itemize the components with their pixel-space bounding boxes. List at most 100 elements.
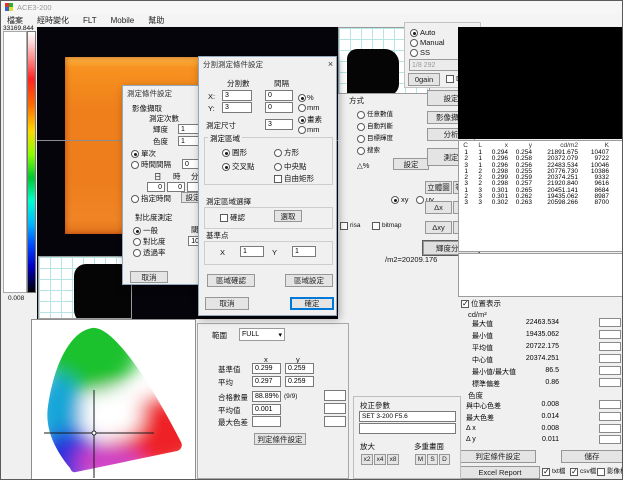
radio-circle-label: 圓形 (232, 148, 247, 157)
radio-single[interactable] (131, 150, 139, 158)
results-table[interactable]: CLxycd/m2K 110.2940.25421891.67510407 21… (458, 140, 623, 252)
radio-circle[interactable] (222, 149, 230, 157)
stat-row: 中心值20374.251 (456, 355, 623, 365)
radio-target-luminance[interactable] (357, 135, 365, 143)
radio-auto-judge[interactable] (357, 123, 365, 131)
stat-row: 標準偏差0.86 (456, 379, 623, 389)
zero-gain-button[interactable]: 0gain (408, 73, 440, 86)
calibration-panel: 校正參數 SET 3-200 F5.6 放大 x2 x4 x8 多重畫面 M S… (353, 396, 461, 479)
radio-specified-time[interactable] (131, 195, 139, 203)
checkbox-bitmap[interactable] (372, 222, 380, 230)
checkbox-position-display[interactable] (461, 300, 469, 308)
radio-manual-exposure[interactable] (410, 39, 418, 47)
radio-size-pixel[interactable] (298, 116, 306, 124)
radio-arbitrary-value-label: 任意數值 (367, 110, 393, 119)
app-icon (5, 3, 13, 11)
x-gap-field[interactable]: 0 (265, 90, 293, 101)
dialog-titlebar[interactable]: 分割測定條件設定 (199, 57, 336, 71)
stat-row: Δ x0.008 (456, 425, 623, 435)
radio-gap-mm[interactable] (298, 104, 306, 112)
measure-cancel-button[interactable]: 取消 (130, 271, 168, 283)
area-set-button[interactable]: 區域設定 (285, 274, 333, 287)
radio-general-label: 一般 (143, 226, 158, 235)
result-image-view[interactable] (458, 27, 623, 139)
gap-label: 間隔 (274, 79, 289, 88)
radio-transmittance[interactable] (133, 249, 141, 257)
menu-mobile[interactable]: Mobile (111, 16, 135, 25)
radio-ss-exposure[interactable] (410, 49, 418, 57)
menu-help[interactable]: 幫助 (148, 15, 164, 26)
radio-size-mm-label: mm (307, 125, 320, 134)
app-window: ACE3-200 檔案 經時變化 FLT Mobile 幫助 33169.844… (0, 0, 623, 480)
y-gap-field[interactable]: 0 (265, 102, 293, 113)
checkbox-image-file-label: 影像檔 (607, 467, 623, 476)
radio-general[interactable] (133, 227, 141, 235)
split-ok-button[interactable]: 確定 (290, 297, 334, 310)
radio-size-mm[interactable] (298, 126, 306, 134)
radio-contrast[interactable] (133, 238, 141, 246)
reference-x-field[interactable]: 0.299 (252, 363, 281, 374)
radio-center-point[interactable] (274, 163, 282, 171)
y-label: Y: (208, 104, 215, 113)
range-combo[interactable]: FULL ▾ (239, 328, 285, 341)
zoom-x2-button[interactable]: x2 (361, 454, 373, 465)
range-judge-button[interactable]: 判定條件設定 (254, 433, 306, 445)
zoom-x8-button[interactable]: x8 (387, 454, 399, 465)
measure-size-field[interactable]: 3 (265, 119, 293, 130)
zoom-x4-button[interactable]: x4 (374, 454, 386, 465)
pass-count-note: (9/9) (284, 392, 297, 401)
checkbox-area-confirm[interactable] (220, 214, 228, 222)
reference-y-field[interactable]: 0.259 (285, 363, 314, 374)
menu-flt[interactable]: FLT (83, 16, 97, 25)
close-icon[interactable]: × (325, 59, 336, 70)
multi-d-button[interactable]: D (439, 454, 450, 465)
save-button[interactable]: 儲存 (561, 450, 623, 463)
base-x-field[interactable]: 1 (240, 246, 264, 257)
hour-field[interactable]: 0 (167, 182, 185, 192)
split-cancel-button[interactable]: 取消 (205, 297, 249, 310)
judge-condition-button[interactable]: 判定條件設定 (460, 450, 536, 463)
radio-contrast-label: 對比度 (143, 237, 166, 246)
radio-cross-point[interactable] (222, 163, 230, 171)
radio-size-pixel-label: 畫素 (307, 115, 322, 124)
delta-percent-label: △% (357, 161, 369, 170)
base-y-field[interactable]: 1 (292, 246, 316, 257)
y-split-field[interactable]: 3 (222, 102, 252, 113)
radio-xy[interactable] (391, 196, 399, 204)
radio-square[interactable] (274, 149, 282, 157)
x-split-field[interactable]: 3 (222, 90, 252, 101)
checkbox-free-rect[interactable] (274, 175, 282, 183)
delta-xy-button[interactable]: Δxy (425, 221, 452, 234)
multi-s-button[interactable]: S (427, 454, 438, 465)
mean-field: 0.001 (252, 404, 281, 415)
average-y-field[interactable]: 0.259 (285, 376, 314, 387)
radio-uv[interactable] (416, 196, 424, 204)
table-row[interactable]: 330.3020.26320598.2668700 (459, 200, 623, 206)
radio-gap-percent[interactable] (298, 94, 306, 102)
checkbox-csv[interactable] (570, 468, 578, 476)
checkbox-risa[interactable] (340, 222, 348, 230)
cie-diagram[interactable] (31, 319, 196, 480)
checkbox-txt[interactable] (542, 468, 550, 476)
day-field[interactable]: 0 (147, 182, 165, 192)
menu-time-change[interactable]: 經時變化 (37, 15, 69, 26)
multi-m-button[interactable]: M (415, 454, 426, 465)
area-confirm-button[interactable]: 區域確認 (207, 274, 255, 287)
radio-search[interactable] (357, 147, 365, 155)
excel-report-button[interactable]: Excel Report (460, 466, 540, 479)
solid-view-button[interactable]: 立體圖 (425, 181, 452, 194)
radio-auto-exposure[interactable] (410, 29, 418, 37)
radio-arbitrary-value[interactable] (357, 111, 365, 119)
measured-point-marker (92, 431, 96, 435)
average-x-field[interactable]: 0.297 (252, 376, 281, 387)
radio-interval[interactable] (131, 161, 139, 169)
radio-cross-point-label: 交叉點 (232, 162, 255, 171)
checkbox-image-file[interactable] (597, 468, 605, 476)
chroma-label: 色度 (153, 137, 168, 146)
area-select-label: 測定區域選擇 (206, 197, 251, 206)
method-set-button[interactable]: 設定 (393, 158, 429, 170)
checkbox-dr[interactable] (446, 75, 454, 83)
checkbox-bitmap-label: bitmap (382, 221, 402, 230)
pick-button[interactable]: 選取 (274, 210, 302, 222)
delta-x-button[interactable]: Δx (425, 201, 452, 214)
